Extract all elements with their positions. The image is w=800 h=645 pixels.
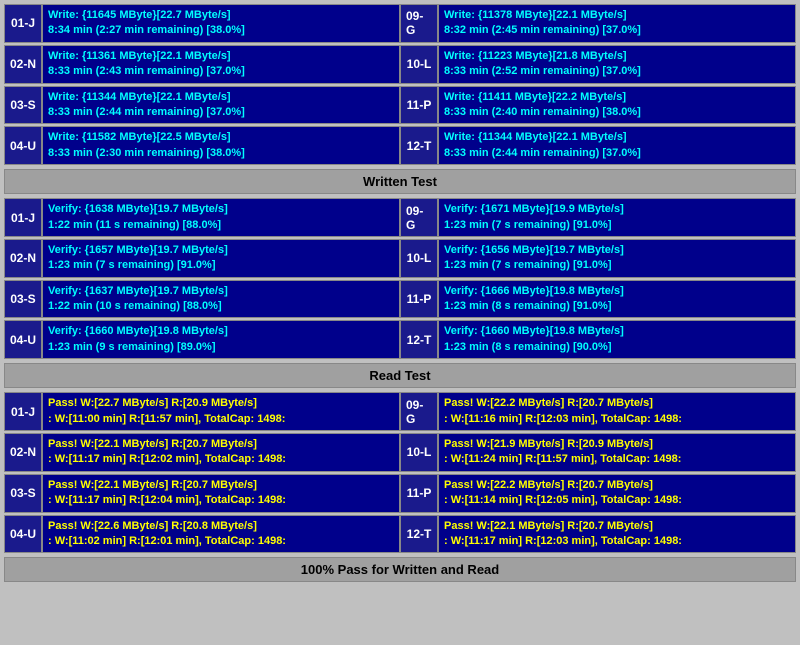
verify-right-3: 11-P Verify: {1666 MByte}[19.8 MByte/s] … <box>400 280 796 319</box>
read-data-09g: Pass! W:[22.2 MByte/s] R:[20.7 MByte/s] … <box>438 392 796 431</box>
verify-data-03s: Verify: {1637 MByte}[19.7 MByte/s] 1:22 … <box>42 280 400 319</box>
verify-row-3: 03-S Verify: {1637 MByte}[19.7 MByte/s] … <box>4 280 796 319</box>
footer-status: 100% Pass for Written and Read <box>4 557 796 582</box>
write-left-4: 04-U Write: {11582 MByte}[22.5 MByte/s] … <box>4 126 400 165</box>
read-left-2: 02-N Pass! W:[22.1 MByte/s] R:[20.7 MByt… <box>4 433 400 472</box>
read-right-3: 11-P Pass! W:[22.2 MByte/s] R:[20.7 MByt… <box>400 474 796 513</box>
write-right-1: 09-G Write: {11378 MByte}[22.1 MByte/s] … <box>400 4 796 43</box>
read-test-header: Read Test <box>4 363 796 388</box>
read-right-1: 09-G Pass! W:[22.2 MByte/s] R:[20.7 MByt… <box>400 392 796 431</box>
verify-row-2: 02-N Verify: {1657 MByte}[19.7 MByte/s] … <box>4 239 796 278</box>
verify-right-1: 09-G Verify: {1671 MByte}[19.9 MByte/s] … <box>400 198 796 237</box>
verify-left-1: 01-J Verify: {1638 MByte}[19.7 MByte/s] … <box>4 198 400 237</box>
label-04u-write: 04-U <box>4 126 42 165</box>
write-right-3: 11-P Write: {11411 MByte}[22.2 MByte/s] … <box>400 86 796 125</box>
label-12t-read: 12-T <box>400 515 438 554</box>
read-section: 01-J Pass! W:[22.7 MByte/s] R:[20.9 MByt… <box>4 392 796 553</box>
write-data-02n: Write: {11361 MByte}[22.1 MByte/s] 8:33 … <box>42 45 400 84</box>
read-row-1: 01-J Pass! W:[22.7 MByte/s] R:[20.9 MByt… <box>4 392 796 431</box>
write-left-3: 03-S Write: {11344 MByte}[22.1 MByte/s] … <box>4 86 400 125</box>
written-test-header: Written Test <box>4 169 796 194</box>
write-data-09g: Write: {11378 MByte}[22.1 MByte/s] 8:32 … <box>438 4 796 43</box>
verify-row-1: 01-J Verify: {1638 MByte}[19.7 MByte/s] … <box>4 198 796 237</box>
verify-data-11p: Verify: {1666 MByte}[19.8 MByte/s] 1:23 … <box>438 280 796 319</box>
label-11p-read: 11-P <box>400 474 438 513</box>
verify-left-3: 03-S Verify: {1637 MByte}[19.7 MByte/s] … <box>4 280 400 319</box>
write-section: 01-J Write: {11645 MByte}[22.7 MByte/s] … <box>4 4 796 165</box>
read-data-11p: Pass! W:[22.2 MByte/s] R:[20.7 MByte/s] … <box>438 474 796 513</box>
read-left-4: 04-U Pass! W:[22.6 MByte/s] R:[20.8 MByt… <box>4 515 400 554</box>
label-10l-verify: 10-L <box>400 239 438 278</box>
verify-data-01j: Verify: {1638 MByte}[19.7 MByte/s] 1:22 … <box>42 198 400 237</box>
write-data-04u: Write: {11582 MByte}[22.5 MByte/s] 8:33 … <box>42 126 400 165</box>
read-row-2: 02-N Pass! W:[22.1 MByte/s] R:[20.7 MByt… <box>4 433 796 472</box>
label-11p-verify: 11-P <box>400 280 438 319</box>
verify-data-04u: Verify: {1660 MByte}[19.8 MByte/s] 1:23 … <box>42 320 400 359</box>
label-10l-read: 10-L <box>400 433 438 472</box>
verify-right-4: 12-T Verify: {1660 MByte}[19.8 MByte/s] … <box>400 320 796 359</box>
label-09g-write: 09-G <box>400 4 438 43</box>
write-row-3: 03-S Write: {11344 MByte}[22.1 MByte/s] … <box>4 86 796 125</box>
write-left-1: 01-J Write: {11645 MByte}[22.7 MByte/s] … <box>4 4 400 43</box>
read-left-1: 01-J Pass! W:[22.7 MByte/s] R:[20.9 MByt… <box>4 392 400 431</box>
write-data-10l: Write: {11223 MByte}[21.8 MByte/s] 8:33 … <box>438 45 796 84</box>
label-02n-read: 02-N <box>4 433 42 472</box>
verify-left-4: 04-U Verify: {1660 MByte}[19.8 MByte/s] … <box>4 320 400 359</box>
label-11p-write: 11-P <box>400 86 438 125</box>
verify-section: 01-J Verify: {1638 MByte}[19.7 MByte/s] … <box>4 198 796 359</box>
read-right-4: 12-T Pass! W:[22.1 MByte/s] R:[20.7 MByt… <box>400 515 796 554</box>
read-row-3: 03-S Pass! W:[22.1 MByte/s] R:[20.7 MByt… <box>4 474 796 513</box>
write-data-01j: Write: {11645 MByte}[22.7 MByte/s] 8:34 … <box>42 4 400 43</box>
label-01j-read: 01-J <box>4 392 42 431</box>
write-data-11p: Write: {11411 MByte}[22.2 MByte/s] 8:33 … <box>438 86 796 125</box>
verify-row-4: 04-U Verify: {1660 MByte}[19.8 MByte/s] … <box>4 320 796 359</box>
write-right-2: 10-L Write: {11223 MByte}[21.8 MByte/s] … <box>400 45 796 84</box>
label-09g-verify: 09-G <box>400 198 438 237</box>
read-data-02n: Pass! W:[22.1 MByte/s] R:[20.7 MByte/s] … <box>42 433 400 472</box>
verify-data-09g: Verify: {1671 MByte}[19.9 MByte/s] 1:23 … <box>438 198 796 237</box>
label-12t-verify: 12-T <box>400 320 438 359</box>
write-row-4: 04-U Write: {11582 MByte}[22.5 MByte/s] … <box>4 126 796 165</box>
verify-left-2: 02-N Verify: {1657 MByte}[19.7 MByte/s] … <box>4 239 400 278</box>
verify-right-2: 10-L Verify: {1656 MByte}[19.7 MByte/s] … <box>400 239 796 278</box>
read-data-12t: Pass! W:[22.1 MByte/s] R:[20.7 MByte/s] … <box>438 515 796 554</box>
write-row-2: 02-N Write: {11361 MByte}[22.1 MByte/s] … <box>4 45 796 84</box>
label-03s-read: 03-S <box>4 474 42 513</box>
label-10l-write: 10-L <box>400 45 438 84</box>
write-right-4: 12-T Write: {11344 MByte}[22.1 MByte/s] … <box>400 126 796 165</box>
label-09g-read: 09-G <box>400 392 438 431</box>
write-left-2: 02-N Write: {11361 MByte}[22.1 MByte/s] … <box>4 45 400 84</box>
label-01j-write: 01-J <box>4 4 42 43</box>
read-data-04u: Pass! W:[22.6 MByte/s] R:[20.8 MByte/s] … <box>42 515 400 554</box>
label-03s-verify: 03-S <box>4 280 42 319</box>
read-data-10l: Pass! W:[21.9 MByte/s] R:[20.9 MByte/s] … <box>438 433 796 472</box>
write-row-1: 01-J Write: {11645 MByte}[22.7 MByte/s] … <box>4 4 796 43</box>
read-right-2: 10-L Pass! W:[21.9 MByte/s] R:[20.9 MByt… <box>400 433 796 472</box>
label-04u-read: 04-U <box>4 515 42 554</box>
label-12t-write: 12-T <box>400 126 438 165</box>
read-row-4: 04-U Pass! W:[22.6 MByte/s] R:[20.8 MByt… <box>4 515 796 554</box>
verify-data-02n: Verify: {1657 MByte}[19.7 MByte/s] 1:23 … <box>42 239 400 278</box>
read-data-03s: Pass! W:[22.1 MByte/s] R:[20.7 MByte/s] … <box>42 474 400 513</box>
write-data-12t: Write: {11344 MByte}[22.1 MByte/s] 8:33 … <box>438 126 796 165</box>
verify-data-10l: Verify: {1656 MByte}[19.7 MByte/s] 1:23 … <box>438 239 796 278</box>
label-01j-verify: 01-J <box>4 198 42 237</box>
read-data-01j: Pass! W:[22.7 MByte/s] R:[20.9 MByte/s] … <box>42 392 400 431</box>
main-container: 01-J Write: {11645 MByte}[22.7 MByte/s] … <box>0 0 800 586</box>
label-03s-write: 03-S <box>4 86 42 125</box>
write-data-03s: Write: {11344 MByte}[22.1 MByte/s] 8:33 … <box>42 86 400 125</box>
label-02n-write: 02-N <box>4 45 42 84</box>
label-02n-verify: 02-N <box>4 239 42 278</box>
verify-data-12t: Verify: {1660 MByte}[19.8 MByte/s] 1:23 … <box>438 320 796 359</box>
label-04u-verify: 04-U <box>4 320 42 359</box>
read-left-3: 03-S Pass! W:[22.1 MByte/s] R:[20.7 MByt… <box>4 474 400 513</box>
